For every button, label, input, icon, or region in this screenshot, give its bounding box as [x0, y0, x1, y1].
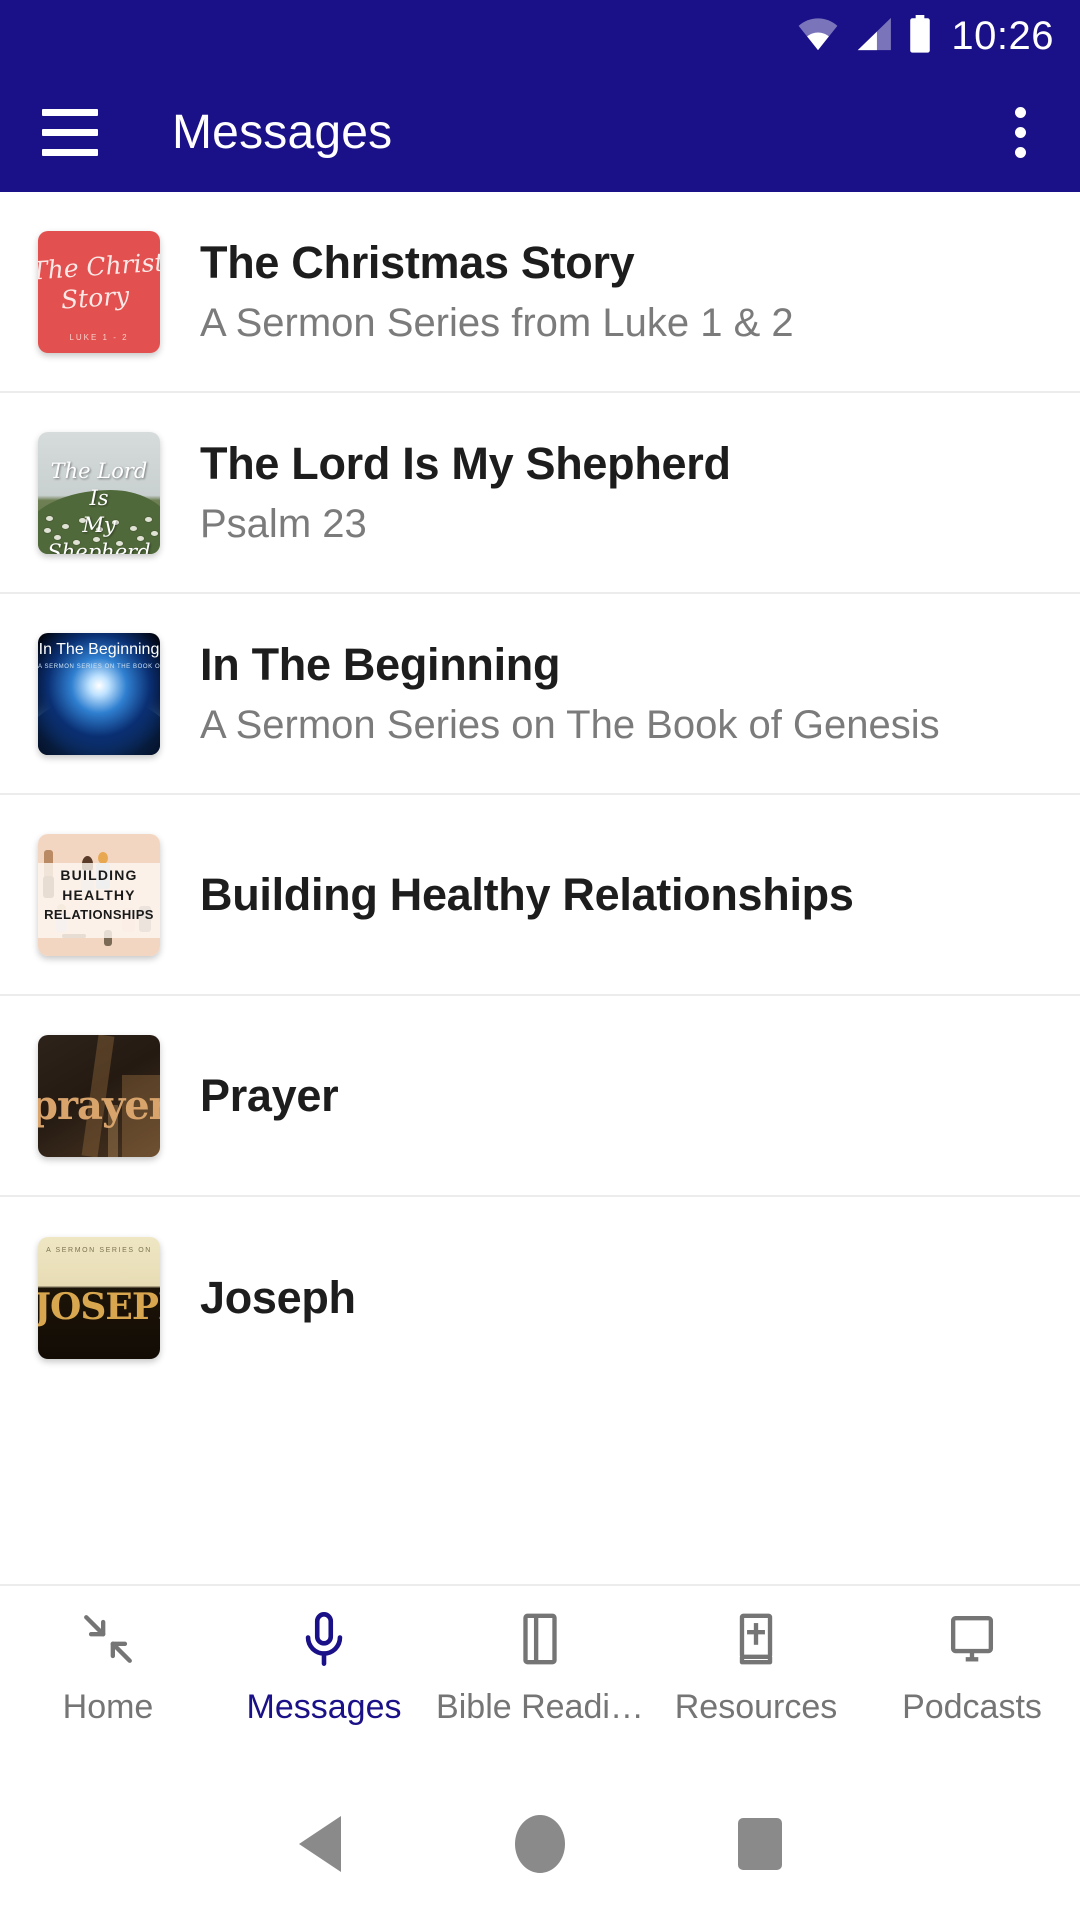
book-flag-icon — [511, 1608, 569, 1670]
tab-bible-reading[interactable]: Bible Readi… — [432, 1608, 648, 1727]
list-item-text: Prayer — [200, 1069, 339, 1121]
list-item[interactable]: A SERMON SERIES ON JOSEPH Joseph — [0, 1197, 1080, 1398]
more-vertical-icon[interactable] — [990, 95, 1050, 169]
list-item-text: The Christmas Story A Sermon Series from… — [200, 238, 794, 346]
list-item-text: Building Healthy Relationships — [200, 870, 854, 920]
series-title: Joseph — [200, 1271, 356, 1323]
tab-label: Bible Readi… — [436, 1688, 644, 1726]
tab-home[interactable]: Home — [0, 1608, 216, 1727]
series-title: Prayer — [200, 1069, 339, 1121]
series-subtitle: A Sermon Series from Luke 1 & 2 — [200, 301, 794, 346]
cellular-signal-icon — [853, 17, 893, 56]
artwork-caption: A SERMON SERIES ON THE BOOK OF GENESIS — [38, 663, 160, 670]
series-title: The Lord Is My Shepherd — [200, 437, 731, 489]
back-triangle-icon[interactable] — [210, 1816, 430, 1872]
list-item-text: In The Beginning A Sermon Series on The … — [200, 640, 940, 748]
battery-icon — [907, 14, 933, 58]
status-bar: 10:26 — [0, 0, 1080, 72]
series-title: In The Beginning — [200, 638, 561, 690]
list-item[interactable]: BUILDING HEALTHY RELATIONSHIPS Building … — [0, 795, 1080, 996]
list-item[interactable]: The Lord Is My Shepherd The Lord Is My S… — [0, 393, 1080, 594]
artwork-caption: LUKE 1 - 2 — [69, 332, 129, 342]
message-series-list[interactable]: The Christmas Story LUKE 1 - 2 The Chris… — [0, 192, 1080, 1584]
home-circle-icon[interactable] — [430, 1815, 650, 1873]
wifi-icon — [797, 17, 839, 56]
building-healthy-relationships-artwork: BUILDING HEALTHY RELATIONSHIPS — [38, 833, 160, 956]
tab-label: Podcasts — [902, 1688, 1042, 1726]
artwork-caption: A SERMON SERIES ON — [46, 1246, 152, 1254]
in-the-beginning-artwork: In The Beginning A SERMON SERIES ON THE … — [38, 632, 160, 755]
tab-label: Home — [62, 1688, 154, 1726]
artwork-line-2: HEALTHY — [62, 887, 136, 904]
the-christmas-story-artwork: The Christmas Story LUKE 1 - 2 — [38, 230, 160, 353]
app-bar: Messages — [0, 72, 1080, 192]
artwork-line-1: JOSEPH — [38, 1285, 160, 1328]
page-title: Messages — [172, 105, 393, 159]
hamburger-menu-icon[interactable] — [42, 100, 106, 164]
artwork-line-1: In The Beginning — [38, 640, 160, 658]
list-item-text: The Lord Is My Shepherd Psalm 23 — [200, 439, 731, 547]
tab-label: Resources — [674, 1688, 838, 1726]
series-subtitle: A Sermon Series on The Book of Genesis — [200, 703, 940, 748]
microphone-icon — [295, 1608, 353, 1670]
recents-square-icon[interactable] — [650, 1818, 870, 1870]
tab-resources[interactable]: Resources — [648, 1608, 864, 1727]
bible-cross-icon — [727, 1608, 785, 1670]
bottom-navigation-bar[interactable]: Home Messages Bible Readi… Resources Pod… — [0, 1584, 1080, 1768]
series-title: The Christmas Story — [200, 236, 635, 288]
the-lord-is-my-shepherd-artwork: The Lord Is My Shepherd — [38, 431, 160, 554]
series-subtitle: Psalm 23 — [200, 502, 367, 547]
monitor-icon — [943, 1608, 1001, 1670]
status-bar-clock: 10:26 — [951, 14, 1054, 58]
artwork-line-2: My Shepherd — [47, 513, 151, 554]
prayer-artwork: prayer — [38, 1034, 160, 1157]
artwork-line-1: prayer — [38, 1081, 160, 1129]
joseph-artwork: A SERMON SERIES ON JOSEPH — [38, 1236, 160, 1359]
list-item[interactable]: The Christmas Story LUKE 1 - 2 The Chris… — [0, 192, 1080, 393]
artwork-line-1: BUILDING — [60, 867, 138, 884]
tab-label: Messages — [246, 1688, 402, 1726]
tab-messages[interactable]: Messages — [216, 1608, 432, 1727]
list-item-text: Joseph — [200, 1273, 356, 1323]
tab-podcasts[interactable]: Podcasts — [864, 1608, 1080, 1727]
android-system-navigation-bar[interactable] — [0, 1768, 1080, 1920]
list-item[interactable]: In The Beginning A SERMON SERIES ON THE … — [0, 594, 1080, 795]
artwork-line-3: RELATIONSHIPS — [44, 907, 154, 923]
list-item[interactable]: prayer Prayer — [0, 996, 1080, 1197]
artwork-line-1: The Lord Is — [50, 458, 148, 510]
artwork-line-1: The Christmas — [38, 243, 160, 286]
arrows-inward-icon — [79, 1608, 137, 1670]
series-title: Building Healthy Relationships — [200, 868, 854, 920]
